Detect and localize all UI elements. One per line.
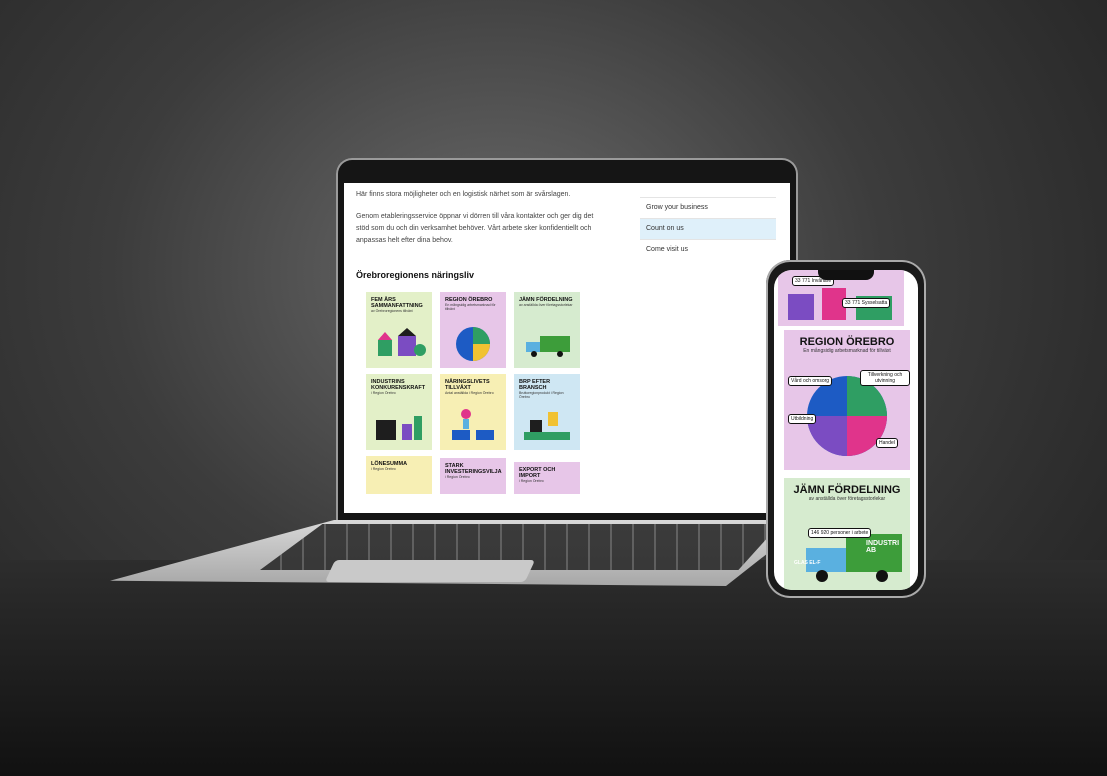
card-sub: av anställda över företagsstorlekar	[519, 303, 573, 307]
trackpad	[324, 560, 536, 582]
truck-label: INDUSTRI AB	[866, 540, 900, 554]
card-title: INDUSTRINS KONKURENSKRAFT	[371, 379, 426, 391]
card-title: EXPORT OCH IMPORT	[519, 467, 556, 479]
label-utbildning: Utbildning	[788, 414, 817, 424]
intro-text: Här finns stora möjligheter och en logis…	[356, 191, 571, 198]
pie-illustration	[456, 327, 490, 361]
label-sysselsatta: 33 771 Sysselsatta	[842, 298, 891, 308]
card-sub: En mångsidig arbetsmarknad för tillväxt	[445, 303, 496, 311]
table-surface	[0, 560, 1107, 776]
label-persons: 146 920 personer i arbete	[808, 528, 872, 538]
card-fordelning[interactable]: JÄMN FÖRDELNING av anställda över företa…	[514, 292, 580, 368]
card-sub: i Region Örebro	[519, 479, 544, 483]
phone-card-region[interactable]: REGION ÖREBRO En mångsidig arbetsmarknad…	[784, 330, 910, 470]
label-handel: Handel	[876, 438, 898, 448]
card-sub: i Region Örebro	[445, 475, 470, 479]
card-sub: i Region Örebro	[371, 467, 396, 471]
label-tillverkning: Tillverkning och utvinning	[860, 370, 910, 386]
phone-card-fordelning[interactable]: JÄMN FÖRDELNING av anställda över företa…	[784, 478, 910, 590]
card-tillvaxt[interactable]: NÄRINGSLIVETS TILLVÄXT Antal anställda i…	[440, 374, 506, 450]
truck-illustration	[526, 336, 570, 357]
phone-notch	[818, 270, 874, 280]
people-illustration	[452, 409, 494, 440]
card-export[interactable]: EXPORT OCH IMPORT i Region Örebro	[514, 462, 580, 494]
card-sub: av Örebroregionens tillväxt	[371, 309, 413, 313]
card-title: NÄRINGSLIVETS TILLVÄXT	[445, 379, 490, 391]
card-title: BRP EFTER BRANSCH	[519, 379, 551, 391]
card-title: FEM ÅRS SAMMANFATTNING	[371, 297, 423, 309]
card-title: STARK INVESTERINGSVILJA	[445, 463, 502, 475]
card-lonesumma[interactable]: LÖNESUMMA i Region Örebro	[366, 456, 432, 494]
glas-label: GLAS EL-F	[794, 560, 821, 566]
card-sub: i Region Örebro	[371, 391, 396, 395]
house-illustration	[378, 328, 426, 356]
body-line-1: Genom etableringsservice öppnar vi dörre…	[356, 213, 594, 220]
body-line-3: anpassas helt efter dina behov.	[356, 237, 453, 244]
phone-screen: 33 771 Invånare 33 771 Sysselsatta REGIO…	[774, 270, 918, 590]
menu-item-count[interactable]: Count on us	[640, 218, 776, 239]
phone-fordelning-title: JÄMN FÖRDELNING	[793, 484, 901, 496]
phone-fordelning-sub: av anställda över företagsstorlekar	[808, 496, 886, 502]
card-sub: Bruttoregionprodukt i Region Örebro	[519, 391, 564, 399]
phone-region-title: REGION ÖREBRO	[799, 336, 895, 348]
label-vard: Vård och omsorg	[788, 376, 833, 386]
card-sub: Antal anställda i Region Örebro	[445, 391, 494, 395]
forklift-illustration	[524, 412, 570, 440]
card-brp[interactable]: BRP EFTER BRANSCH Bruttoregionprodukt i …	[514, 374, 580, 450]
card-region[interactable]: REGION ÖREBRO En mångsidig arbetsmarknad…	[440, 292, 506, 368]
menu-item-grow[interactable]: Grow your business	[640, 197, 776, 218]
card-investering[interactable]: STARK INVESTERINGSVILJA i Region Örebro	[440, 458, 506, 494]
factory-illustration	[376, 416, 422, 440]
section-title: Örebroregionens näringsliv	[356, 270, 475, 280]
card-fem-ars[interactable]: FEM ÅRS SAMMANFATTNING av Örebroregionen…	[366, 292, 432, 368]
menu-item-visit[interactable]: Come visit us	[640, 239, 776, 260]
side-menu: Grow your business Count on us Come visi…	[640, 183, 776, 260]
card-industri[interactable]: INDUSTRINS KONKURENSKRAFT i Region Örebr…	[366, 374, 432, 450]
body-line-2: stöd som du och din verksamhet behöver. …	[356, 225, 592, 232]
phone-region-sub: En mångsidig arbetsmarknad för tillväxt	[803, 348, 891, 354]
